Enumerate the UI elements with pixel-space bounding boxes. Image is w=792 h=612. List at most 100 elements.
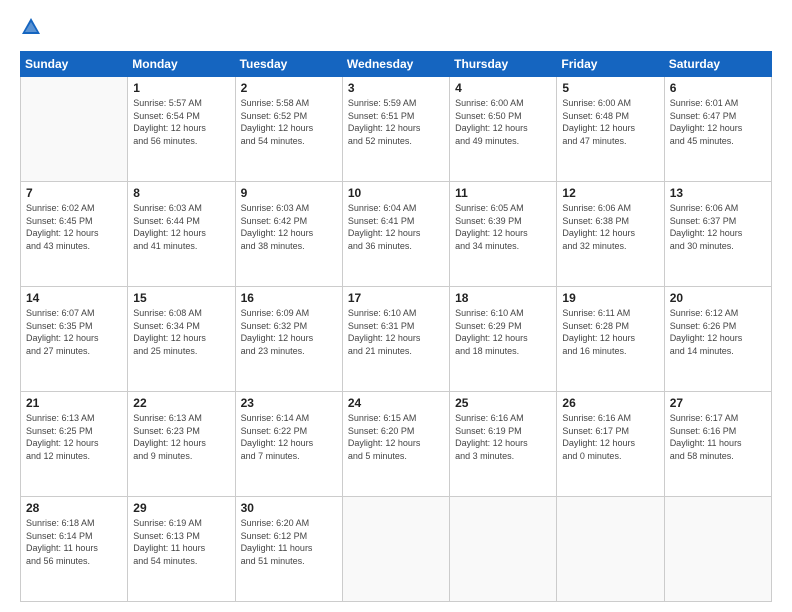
calendar-cell	[342, 497, 449, 602]
calendar-cell: 15 Sunrise: 6:08 AM Sunset: 6:34 PM Dayli…	[128, 287, 235, 392]
calendar-cell: 10 Sunrise: 6:04 AM Sunset: 6:41 PM Dayli…	[342, 182, 449, 287]
day-number: 13	[670, 186, 766, 200]
day-number: 25	[455, 396, 551, 410]
calendar-week-1: 1 Sunrise: 5:57 AM Sunset: 6:54 PM Daylig…	[21, 77, 772, 182]
calendar-week-4: 21 Sunrise: 6:13 AM Sunset: 6:25 PM Dayli…	[21, 392, 772, 497]
day-number: 6	[670, 81, 766, 95]
day-info: Sunrise: 6:16 AM Sunset: 6:17 PM Dayligh…	[562, 412, 658, 462]
calendar-cell: 19 Sunrise: 6:11 AM Sunset: 6:28 PM Dayli…	[557, 287, 664, 392]
logo	[20, 16, 46, 43]
day-info: Sunrise: 6:14 AM Sunset: 6:22 PM Dayligh…	[241, 412, 337, 462]
calendar-cell: 1 Sunrise: 5:57 AM Sunset: 6:54 PM Daylig…	[128, 77, 235, 182]
calendar-cell: 17Sunrise: 6:10 AM Sunset: 6:31 PM Dayli…	[342, 287, 449, 392]
day-number: 23	[241, 396, 337, 410]
day-info: Sunrise: 6:11 AM Sunset: 6:28 PM Dayligh…	[562, 307, 658, 357]
day-info: Sunrise: 6:12 AM Sunset: 6:26 PM Dayligh…	[670, 307, 766, 357]
calendar-cell	[664, 497, 771, 602]
day-info: Sunrise: 6:13 AM Sunset: 6:25 PM Dayligh…	[26, 412, 122, 462]
day-number: 24	[348, 396, 444, 410]
day-number: 18	[455, 291, 551, 305]
calendar-cell: 20 Sunrise: 6:12 AM Sunset: 6:26 PM Dayli…	[664, 287, 771, 392]
weekday-header-wednesday: Wednesday	[342, 52, 449, 77]
calendar-week-3: 14 Sunrise: 6:07 AM Sunset: 6:35 PM Dayli…	[21, 287, 772, 392]
day-number: 16	[241, 291, 337, 305]
calendar-cell: 28 Sunrise: 6:18 AM Sunset: 6:14 PM Dayli…	[21, 497, 128, 602]
calendar-cell: 25Sunrise: 6:16 AM Sunset: 6:19 PM Dayli…	[450, 392, 557, 497]
calendar-cell: 23 Sunrise: 6:14 AM Sunset: 6:22 PM Dayli…	[235, 392, 342, 497]
calendar-cell: 5Sunrise: 6:00 AM Sunset: 6:48 PM Daylig…	[557, 77, 664, 182]
calendar-cell: 4 Sunrise: 6:00 AM Sunset: 6:50 PM Daylig…	[450, 77, 557, 182]
day-info: Sunrise: 6:05 AM Sunset: 6:39 PM Dayligh…	[455, 202, 551, 252]
calendar-cell: 2 Sunrise: 5:58 AM Sunset: 6:52 PM Daylig…	[235, 77, 342, 182]
day-info: Sunrise: 6:04 AM Sunset: 6:41 PM Dayligh…	[348, 202, 444, 252]
day-info: Sunrise: 5:59 AM Sunset: 6:51 PM Dayligh…	[348, 97, 444, 147]
day-number: 17	[348, 291, 444, 305]
day-info: Sunrise: 6:06 AM Sunset: 6:38 PM Dayligh…	[562, 202, 658, 252]
day-number: 9	[241, 186, 337, 200]
weekday-header-sunday: Sunday	[21, 52, 128, 77]
day-info: Sunrise: 6:17 AM Sunset: 6:16 PM Dayligh…	[670, 412, 766, 462]
calendar-week-2: 7Sunrise: 6:02 AM Sunset: 6:45 PM Daylig…	[21, 182, 772, 287]
calendar-cell: 3 Sunrise: 5:59 AM Sunset: 6:51 PM Daylig…	[342, 77, 449, 182]
day-info: Sunrise: 5:57 AM Sunset: 6:54 PM Dayligh…	[133, 97, 229, 147]
weekday-header-friday: Friday	[557, 52, 664, 77]
calendar-cell	[557, 497, 664, 602]
calendar-cell: 30 Sunrise: 6:20 AM Sunset: 6:12 PM Dayli…	[235, 497, 342, 602]
day-number: 26	[562, 396, 658, 410]
calendar-cell: 26 Sunrise: 6:16 AM Sunset: 6:17 PM Dayli…	[557, 392, 664, 497]
day-info: Sunrise: 6:02 AM Sunset: 6:45 PM Dayligh…	[26, 202, 122, 252]
day-info: Sunrise: 5:58 AM Sunset: 6:52 PM Dayligh…	[241, 97, 337, 147]
day-number: 3	[348, 81, 444, 95]
calendar-cell: 16 Sunrise: 6:09 AM Sunset: 6:32 PM Dayli…	[235, 287, 342, 392]
calendar-cell: 18 Sunrise: 6:10 AM Sunset: 6:29 PM Dayli…	[450, 287, 557, 392]
day-info: Sunrise: 6:03 AM Sunset: 6:44 PM Dayligh…	[133, 202, 229, 252]
calendar-cell: 29 Sunrise: 6:19 AM Sunset: 6:13 PM Dayli…	[128, 497, 235, 602]
day-info: Sunrise: 6:10 AM Sunset: 6:29 PM Dayligh…	[455, 307, 551, 357]
calendar-cell: 21 Sunrise: 6:13 AM Sunset: 6:25 PM Dayli…	[21, 392, 128, 497]
day-number: 2	[241, 81, 337, 95]
calendar-week-5: 28 Sunrise: 6:18 AM Sunset: 6:14 PM Dayli…	[21, 497, 772, 602]
day-info: Sunrise: 6:19 AM Sunset: 6:13 PM Dayligh…	[133, 517, 229, 567]
day-number: 21	[26, 396, 122, 410]
calendar-cell	[450, 497, 557, 602]
weekday-header-thursday: Thursday	[450, 52, 557, 77]
day-info: Sunrise: 6:01 AM Sunset: 6:47 PM Dayligh…	[670, 97, 766, 147]
page: SundayMondayTuesdayWednesdayThursdayFrid…	[0, 0, 792, 612]
day-number: 12	[562, 186, 658, 200]
calendar-cell: 11Sunrise: 6:05 AM Sunset: 6:39 PM Dayli…	[450, 182, 557, 287]
day-number: 27	[670, 396, 766, 410]
calendar-cell: 8 Sunrise: 6:03 AM Sunset: 6:44 PM Daylig…	[128, 182, 235, 287]
day-number: 20	[670, 291, 766, 305]
day-number: 29	[133, 501, 229, 515]
day-info: Sunrise: 6:09 AM Sunset: 6:32 PM Dayligh…	[241, 307, 337, 357]
day-number: 10	[348, 186, 444, 200]
calendar-cell: 13 Sunrise: 6:06 AM Sunset: 6:37 PM Dayli…	[664, 182, 771, 287]
day-info: Sunrise: 6:20 AM Sunset: 6:12 PM Dayligh…	[241, 517, 337, 567]
calendar-cell: 27 Sunrise: 6:17 AM Sunset: 6:16 PM Dayli…	[664, 392, 771, 497]
weekday-header-tuesday: Tuesday	[235, 52, 342, 77]
day-number: 8	[133, 186, 229, 200]
day-info: Sunrise: 6:07 AM Sunset: 6:35 PM Dayligh…	[26, 307, 122, 357]
day-info: Sunrise: 6:06 AM Sunset: 6:37 PM Dayligh…	[670, 202, 766, 252]
day-info: Sunrise: 6:03 AM Sunset: 6:42 PM Dayligh…	[241, 202, 337, 252]
day-number: 22	[133, 396, 229, 410]
day-number: 30	[241, 501, 337, 515]
weekday-header-saturday: Saturday	[664, 52, 771, 77]
day-info: Sunrise: 6:15 AM Sunset: 6:20 PM Dayligh…	[348, 412, 444, 462]
day-info: Sunrise: 6:08 AM Sunset: 6:34 PM Dayligh…	[133, 307, 229, 357]
day-number: 15	[133, 291, 229, 305]
calendar-cell: 6 Sunrise: 6:01 AM Sunset: 6:47 PM Daylig…	[664, 77, 771, 182]
calendar-cell: 14 Sunrise: 6:07 AM Sunset: 6:35 PM Dayli…	[21, 287, 128, 392]
day-info: Sunrise: 6:00 AM Sunset: 6:50 PM Dayligh…	[455, 97, 551, 147]
day-number: 19	[562, 291, 658, 305]
calendar-cell: 24 Sunrise: 6:15 AM Sunset: 6:20 PM Dayli…	[342, 392, 449, 497]
day-number: 4	[455, 81, 551, 95]
day-info: Sunrise: 6:13 AM Sunset: 6:23 PM Dayligh…	[133, 412, 229, 462]
header	[20, 16, 772, 43]
calendar-cell: 7Sunrise: 6:02 AM Sunset: 6:45 PM Daylig…	[21, 182, 128, 287]
day-number: 1	[133, 81, 229, 95]
day-number: 28	[26, 501, 122, 515]
day-number: 14	[26, 291, 122, 305]
calendar-cell: 9 Sunrise: 6:03 AM Sunset: 6:42 PM Daylig…	[235, 182, 342, 287]
day-info: Sunrise: 6:18 AM Sunset: 6:14 PM Dayligh…	[26, 517, 122, 567]
